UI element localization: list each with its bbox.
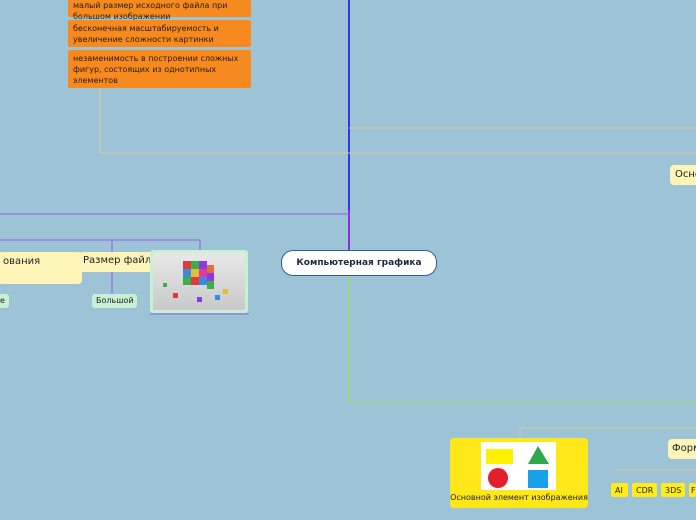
- left-node-1[interactable]: ования: [0, 252, 82, 284]
- left-node-1-label: ования: [3, 256, 41, 267]
- rubik-cube-icon: [163, 261, 228, 302]
- formats-node[interactable]: Форм: [668, 439, 696, 459]
- format-tag-label: 3DS: [665, 486, 682, 495]
- right-top-label: Осно: [675, 169, 696, 180]
- green-triangle-icon: [528, 446, 549, 464]
- format-tag-ai[interactable]: AI: [611, 483, 628, 497]
- cube-image-card[interactable]: [150, 250, 248, 313]
- right-top-node[interactable]: Осно: [670, 165, 696, 185]
- shapes-image-card[interactable]: Основной элемент изображения: [450, 438, 588, 508]
- format-tag-3ds[interactable]: 3DS: [661, 483, 685, 497]
- format-tag-label: F: [691, 486, 696, 495]
- formats-label: Форм: [672, 443, 696, 454]
- shapes-image: [481, 442, 556, 490]
- file-size-node[interactable]: Размер файла: [79, 252, 153, 272]
- center-node[interactable]: Компьютерная графика: [281, 250, 437, 276]
- format-tag-f[interactable]: F: [689, 483, 696, 497]
- size-large-label: Большой: [96, 296, 134, 305]
- red-circle-icon: [488, 468, 508, 488]
- advantage-item[interactable]: незаменимость в построении сложных фигур…: [68, 50, 251, 88]
- center-node-label: Компьютерная графика: [296, 258, 422, 268]
- left-tag-1-label: е: [0, 296, 5, 305]
- advantage-text: бесконечная масштабируемость и увеличени…: [73, 24, 219, 44]
- advantage-text: незаменимость в построении сложных фигур…: [73, 54, 239, 85]
- format-tag-label: AI: [615, 486, 623, 495]
- cube-image: [153, 253, 245, 310]
- advantage-item[interactable]: бесконечная масштабируемость и увеличени…: [68, 20, 251, 47]
- format-tag-label: CDR: [636, 486, 654, 495]
- format-tag-cdr[interactable]: CDR: [632, 483, 657, 497]
- size-large-tag[interactable]: Большой: [92, 294, 137, 308]
- yellow-rectangle-icon: [486, 449, 513, 464]
- shapes-caption: Основной элемент изображения: [450, 493, 588, 502]
- advantage-item[interactable]: малый размер исходного файла при большом…: [68, 0, 251, 21]
- left-tag-1[interactable]: е: [0, 294, 9, 308]
- blue-square-icon: [528, 470, 548, 488]
- file-size-label: Размер файла: [83, 255, 153, 266]
